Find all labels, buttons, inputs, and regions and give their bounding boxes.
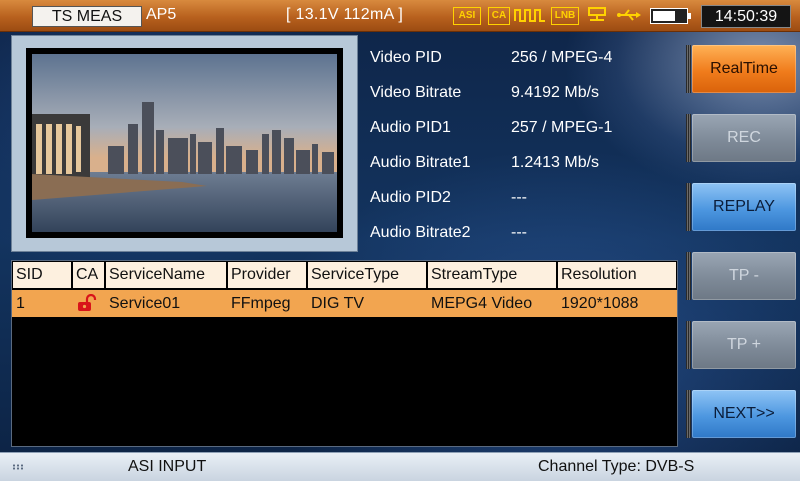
info-label: Audio PID1 xyxy=(370,119,451,136)
info-label: Video Bitrate xyxy=(370,84,462,101)
input-source-label: ASI INPUT xyxy=(128,458,207,475)
cell-streamtype: MEPG4 Video xyxy=(431,295,533,312)
tp-minus-button[interactable]: TP - xyxy=(692,252,796,300)
info-label: Audio PID2 xyxy=(370,189,451,206)
bottom-status-bar: ASI INPUT Channel Type: DVB-S xyxy=(0,452,800,481)
tp-plus-button[interactable]: TP + xyxy=(692,321,796,369)
info-label: Audio Bitrate2 xyxy=(370,224,471,241)
button-grip xyxy=(686,321,691,369)
cell-servicename: Service01 xyxy=(109,295,181,312)
asi-icon: ASI xyxy=(453,7,481,25)
cell-provider: FFmpeg xyxy=(231,295,291,312)
column-header-resolution[interactable]: Resolution xyxy=(558,262,676,288)
button-grip xyxy=(686,390,691,438)
table-header: SID CA ServiceName Provider ServiceType … xyxy=(12,261,677,289)
column-header-sid[interactable]: SID xyxy=(13,262,71,288)
info-label: Audio Bitrate1 xyxy=(370,154,471,171)
button-grip xyxy=(686,252,691,300)
video-preview xyxy=(11,35,358,252)
info-value: 1.2413 Mb/s xyxy=(511,154,600,171)
channel-type-label: Channel Type: DVB-S xyxy=(538,458,695,475)
signal-wave-icon xyxy=(514,7,546,23)
network-icon xyxy=(586,7,608,23)
usb-icon xyxy=(616,7,642,23)
ca-icon: CA xyxy=(488,7,510,25)
info-label: Video PID xyxy=(370,49,442,66)
services-table: SID CA ServiceName Provider ServiceType … xyxy=(11,260,678,447)
video-thumbnail xyxy=(26,48,343,238)
column-header-ca[interactable]: CA xyxy=(73,262,104,288)
status-bar: TS MEAS AP5 [ 13.1V 112mA ] ASI CA LNB 1… xyxy=(0,0,800,32)
info-value: --- xyxy=(511,189,527,206)
column-header-servicename[interactable]: ServiceName xyxy=(106,262,226,288)
column-header-provider[interactable]: Provider xyxy=(228,262,306,288)
column-header-servicetype[interactable]: ServiceType xyxy=(308,262,426,288)
cell-servicetype: DIG TV xyxy=(311,295,365,312)
rec-button[interactable]: REC xyxy=(692,114,796,162)
power-readout: [ 13.1V 112mA ] xyxy=(286,6,404,23)
cell-ca xyxy=(73,290,104,317)
next-button[interactable]: NEXT>> xyxy=(692,390,796,438)
lock-icon xyxy=(76,293,98,321)
realtime-button[interactable]: RealTime xyxy=(692,45,796,93)
menu-grip-icon[interactable] xyxy=(12,464,24,470)
lnb-icon: LNB xyxy=(551,7,579,25)
info-value: --- xyxy=(511,224,527,241)
info-value: 9.4192 Mb/s xyxy=(511,84,600,101)
cell-sid: 1 xyxy=(16,295,25,312)
replay-button[interactable]: REPLAY xyxy=(692,183,796,231)
table-row[interactable]: 1 Service01 FFmpeg DIG TV MEPG4 Video 19… xyxy=(12,290,677,317)
clock: 14:50:39 xyxy=(701,5,791,28)
info-value: 257 / MPEG-1 xyxy=(511,119,613,136)
ap-label: AP5 xyxy=(146,6,177,23)
mode-label[interactable]: TS MEAS xyxy=(32,6,142,27)
battery-icon xyxy=(650,8,691,24)
button-grip xyxy=(686,183,691,231)
button-grip xyxy=(686,114,691,162)
column-header-streamtype[interactable]: StreamType xyxy=(428,262,556,288)
button-grip xyxy=(686,45,691,93)
cell-resolution: 1920*1088 xyxy=(561,295,639,312)
info-value: 256 / MPEG-4 xyxy=(511,49,613,66)
